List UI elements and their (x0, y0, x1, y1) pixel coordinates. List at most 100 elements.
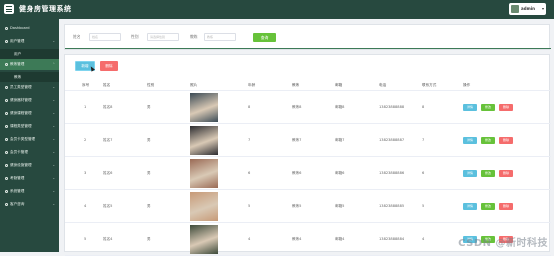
sidebar-item[interactable]: 教练管理⌃ (0, 59, 59, 70)
column-header: 姓名 (103, 79, 110, 91)
detail-button[interactable]: 详情 (463, 170, 477, 177)
chevron-icon: ⌄ (52, 95, 55, 106)
detail-button[interactable]: 详情 (463, 104, 477, 111)
coach-icon (5, 63, 8, 66)
delete-button[interactable]: 删除 (499, 137, 513, 144)
sidebar-item[interactable]: 会员卡管理⌄ (0, 147, 59, 158)
sidebar-item-label: Dashboard (10, 23, 30, 34)
delete-button[interactable]: 删除 (499, 203, 513, 210)
sidebar-item[interactable]: Dashboard (0, 23, 59, 34)
cell-email: 邮箱4 (335, 223, 344, 256)
attendance-icon (5, 177, 8, 180)
system-icon (5, 190, 8, 193)
cell-coach: 教练6 (292, 157, 301, 190)
member-photo (190, 225, 218, 254)
cell-phone: 13823888887 (379, 124, 404, 157)
detail-button[interactable]: 详情 (463, 203, 477, 210)
chevron-icon: ⌄ (52, 173, 55, 184)
sidebar-item-label: 员工类型管理 (10, 82, 32, 93)
cell-phone: 13823888885 (379, 190, 404, 223)
table-row: 1姓名8男8教练8邮箱8138238888888详情修改删除 (65, 91, 551, 124)
cell-coach: 教练8 (292, 91, 301, 124)
top-bar: 健身房管理系统 admin ▾ (0, 0, 554, 19)
cell-contact: 8 (422, 91, 424, 124)
cell-age: 5 (248, 190, 250, 223)
avatar (511, 5, 519, 13)
sidebar-item[interactable]: 课程类型管理⌄ (0, 121, 59, 132)
card-icon (5, 151, 8, 154)
cell-coach: 教练7 (292, 124, 301, 157)
cell-age: 8 (248, 91, 250, 124)
sidebar-item-label: 客户咨询 (10, 199, 24, 210)
cell-gender: 男 (147, 91, 151, 124)
table-row: 3姓名6男6教练6邮箱6138238888866详情修改删除 (65, 157, 551, 190)
chevron-icon: ⌄ (52, 147, 55, 158)
sidebar-item[interactable]: 健身器材管理⌄ (0, 95, 59, 106)
sidebar-item[interactable]: 健身设施管理 ⌄ (0, 160, 59, 171)
course-icon (5, 112, 8, 115)
cell-contact: 4 (422, 223, 424, 256)
sidebar-item[interactable]: 考勤管理⌄ (0, 173, 59, 184)
sidebar-item[interactable]: 用户管理 ⌄ (0, 36, 59, 47)
cell-gender: 男 (147, 124, 151, 157)
detail-button[interactable]: 详情 (463, 137, 477, 144)
sidebar-item-label: 用户管理 (10, 36, 24, 47)
cell-name: 姓名7 (103, 124, 112, 157)
cell-contact: 6 (422, 157, 424, 190)
search-button[interactable]: 查询 (253, 33, 276, 42)
dashboard-icon (5, 27, 8, 30)
column-header: 教练 (292, 79, 299, 91)
gender-select[interactable]: 请选择性别 (147, 33, 179, 41)
menu-icon[interactable] (4, 4, 14, 14)
table-panel: 新增 删除 序号姓名性别照片年龄教练邮箱电话联系方式操作 1姓名8男8教练8邮箱… (64, 54, 550, 252)
sidebar-subitem-label: 用户 (14, 49, 21, 59)
sidebar-item[interactable]: 客户咨询⌄ (0, 199, 59, 210)
member-photo (190, 192, 218, 221)
column-header: 邮箱 (335, 79, 342, 91)
sidebar-item[interactable]: 系统管理⌄ (0, 186, 59, 197)
chevron-icon: ⌄ (52, 160, 55, 171)
column-header: 序号 (82, 79, 89, 91)
cell-phone: 13823888886 (379, 157, 404, 190)
sidebar-subitem[interactable]: 用户 (0, 49, 59, 59)
coach-search-input[interactable]: 教练 (204, 33, 236, 41)
column-header: 年龄 (248, 79, 255, 91)
sidebar-item[interactable]: 会员卡类型管理⌄ (0, 134, 59, 145)
sidebar-subitem[interactable]: 教练 (0, 72, 59, 82)
search-panel: 姓名 姓名 性别 请选择性别 教练 教练 查询 (64, 24, 550, 50)
delete-button[interactable]: 删除 (499, 170, 513, 177)
sidebar-item[interactable]: 员工类型管理⌄ (0, 82, 59, 93)
cell-phone: 13823888884 (379, 223, 404, 256)
cell-contact: 7 (422, 124, 424, 157)
cell-gender: 男 (147, 223, 151, 256)
chevron-icon: ⌄ (52, 36, 55, 47)
chevron-icon: ⌄ (52, 108, 55, 119)
cell-index: 5 (84, 223, 86, 256)
cell-coach: 教练5 (292, 190, 301, 223)
delete-button[interactable]: 删除 (499, 104, 513, 111)
sidebar-item-label: 教练管理 (10, 59, 24, 70)
column-header: 照片 (190, 79, 197, 91)
cell-age: 4 (248, 223, 250, 256)
name-search-input[interactable]: 姓名 (89, 33, 121, 41)
edit-button[interactable]: 修改 (481, 170, 495, 177)
card-type-icon (5, 138, 8, 141)
sidebar-item-label: 健身课程管理 (10, 108, 32, 119)
edit-button[interactable]: 修改 (481, 137, 495, 144)
cell-name: 姓名5 (103, 190, 112, 223)
cell-name: 姓名6 (103, 157, 112, 190)
member-photo (190, 93, 218, 122)
batch-delete-button[interactable]: 删除 (100, 61, 118, 71)
chevron-icon: ⌄ (52, 186, 55, 197)
sidebar-item[interactable]: 健身课程管理 ⌄ (0, 108, 59, 119)
edit-button[interactable]: 修改 (481, 203, 495, 210)
user-menu[interactable]: admin ▾ (509, 3, 546, 15)
edit-button[interactable]: 修改 (481, 104, 495, 111)
sidebar-item-label: 健身设施管理 (10, 160, 32, 171)
chevron-icon: ⌄ (52, 134, 55, 145)
column-header: 联系方式 (422, 79, 436, 91)
cell-index: 3 (84, 157, 86, 190)
divider (65, 48, 551, 49)
watermark: CSDN @新时科技 (458, 234, 548, 249)
column-header: 性别 (147, 79, 154, 91)
